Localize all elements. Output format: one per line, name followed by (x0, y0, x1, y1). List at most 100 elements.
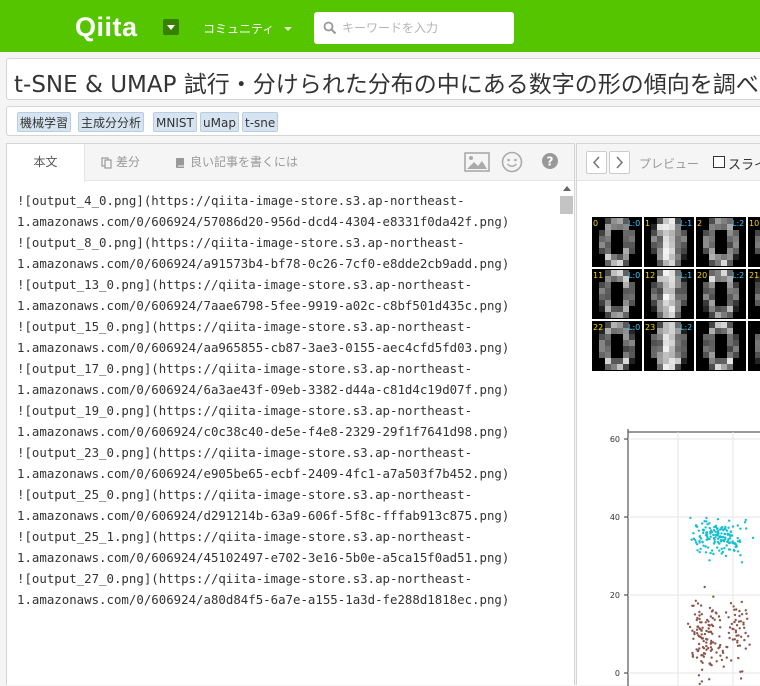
digit-pixel (629, 294, 635, 300)
digit-pixel (675, 312, 681, 318)
cyan-point (720, 532, 723, 535)
digit-pixel (733, 306, 739, 312)
digit-pixel (623, 346, 629, 352)
cyan-point (743, 521, 747, 524)
digit-pixel (663, 306, 669, 312)
cyan-point (724, 525, 727, 529)
brown-point (702, 639, 705, 643)
brown-point (738, 644, 742, 647)
cyan-point (716, 546, 719, 549)
digit-pixel (599, 306, 605, 312)
search-input[interactable] (342, 12, 510, 44)
tag[interactable]: MNIST (153, 112, 197, 132)
next-button[interactable] (609, 151, 630, 174)
brown-point (696, 632, 699, 635)
search-icon (323, 21, 337, 35)
digit-pixel (605, 358, 611, 364)
emoji-icon[interactable] (501, 151, 523, 173)
brown-point (708, 606, 712, 610)
brown-point (719, 643, 722, 647)
digit-pixel (675, 358, 681, 364)
digit-pixel (675, 236, 681, 242)
brown-point (744, 647, 747, 650)
cyan-point (698, 539, 701, 543)
editor-scrollbar-thumb[interactable] (560, 196, 573, 214)
brown-point (721, 649, 724, 653)
previous-button[interactable] (586, 151, 607, 174)
digit-pixel (629, 340, 635, 346)
tag[interactable]: 主成分分析 (78, 112, 145, 132)
digit-index-label: 2 (697, 219, 702, 228)
digit-pixel (715, 270, 721, 276)
cyan-point (731, 525, 735, 528)
digit-pixel (675, 248, 681, 254)
digit-pixel (663, 340, 669, 346)
digit-pixel (623, 312, 629, 318)
brown-point (731, 627, 734, 631)
code-line: 1.amazonaws.com/0/606924/7aae6798-5fee-9… (17, 298, 510, 313)
digit-pixel (605, 224, 611, 230)
digit-pixel (681, 334, 687, 340)
digit-pixel (709, 358, 715, 364)
digit-pixel (599, 294, 605, 300)
digit-pixel (669, 340, 675, 346)
digit-pixel (669, 364, 675, 370)
digit-pixel (617, 322, 623, 328)
digit-pixel (681, 300, 687, 306)
tab-guide[interactable]: 良い記事を書くには (175, 144, 298, 181)
digit-pixel (623, 334, 629, 340)
digit-pixel (651, 282, 657, 288)
brown-point (711, 616, 714, 620)
title-field[interactable]: t-SNE & UMAP 試行・分けられた分布の中にある数字の形の傾向を調べ (6, 58, 760, 100)
digit-pixel (663, 334, 669, 340)
chevron-down-icon[interactable] (284, 27, 292, 31)
image-upload-icon[interactable] (464, 151, 490, 173)
logo-menu-caret-icon[interactable] (163, 19, 179, 35)
digit-pixel (675, 340, 681, 346)
digit-pixel (727, 236, 733, 242)
brown-point (710, 656, 713, 659)
digit-pixel (663, 282, 669, 288)
digit-pixel (623, 306, 629, 312)
cyan-point (716, 518, 720, 521)
cyan-point (736, 536, 739, 540)
tags-field[interactable]: 機械学習 主成分分析 MNIST uMap t-sne (6, 106, 760, 136)
editor-textarea[interactable]: ![output_4_0.png](https://qiita-image-st… (17, 190, 557, 610)
brown-point (718, 619, 722, 622)
digit-pixel (599, 230, 605, 236)
community-menu[interactable]: コミュニティ (203, 20, 274, 37)
top-bar: Qiita コミュニティ (0, 0, 760, 52)
digit-pixel (755, 294, 760, 300)
tab-body[interactable]: 本文 (7, 144, 85, 182)
help-icon[interactable]: ? (541, 152, 559, 170)
cyan-point (727, 526, 730, 529)
digit-pixel (675, 352, 681, 358)
digit-pixel (755, 236, 760, 242)
brown-point (737, 656, 740, 660)
cyan-point (689, 516, 692, 520)
cyan-point (739, 554, 742, 557)
digit-pixel (629, 346, 635, 352)
tag[interactable]: t-sne (242, 112, 279, 132)
digit-index-label: 1 (645, 219, 650, 228)
brown-point (700, 633, 703, 636)
digit-pixel (675, 300, 681, 306)
qiita-logo[interactable]: Qiita (75, 12, 138, 43)
code-line: 1.amazonaws.com/0/606924/6a3ae43f-09eb-3… (17, 382, 510, 397)
digit-pixel (629, 352, 635, 358)
cyan-point (731, 540, 734, 543)
digit-pixel (651, 346, 657, 352)
brown-point (727, 631, 731, 635)
tag[interactable]: 機械学習 (17, 112, 72, 132)
code-line: 1.amazonaws.com/0/606924/aa965855-cb87-3… (17, 340, 510, 355)
tab-diff[interactable]: 差分 (101, 144, 140, 181)
tag[interactable]: uMap (200, 112, 239, 132)
article-title[interactable]: t-SNE & UMAP 試行・分けられた分布の中にある数字の形の傾向を調べ (14, 65, 759, 99)
sync-scroll-checkbox[interactable] (713, 156, 725, 168)
scroll-up-arrow-icon[interactable] (563, 186, 571, 191)
digit-pixel (629, 282, 635, 288)
digit-pixel (599, 242, 605, 248)
digit-pixel (675, 282, 681, 288)
brown-point (715, 660, 718, 663)
digit-pixel (663, 260, 669, 266)
